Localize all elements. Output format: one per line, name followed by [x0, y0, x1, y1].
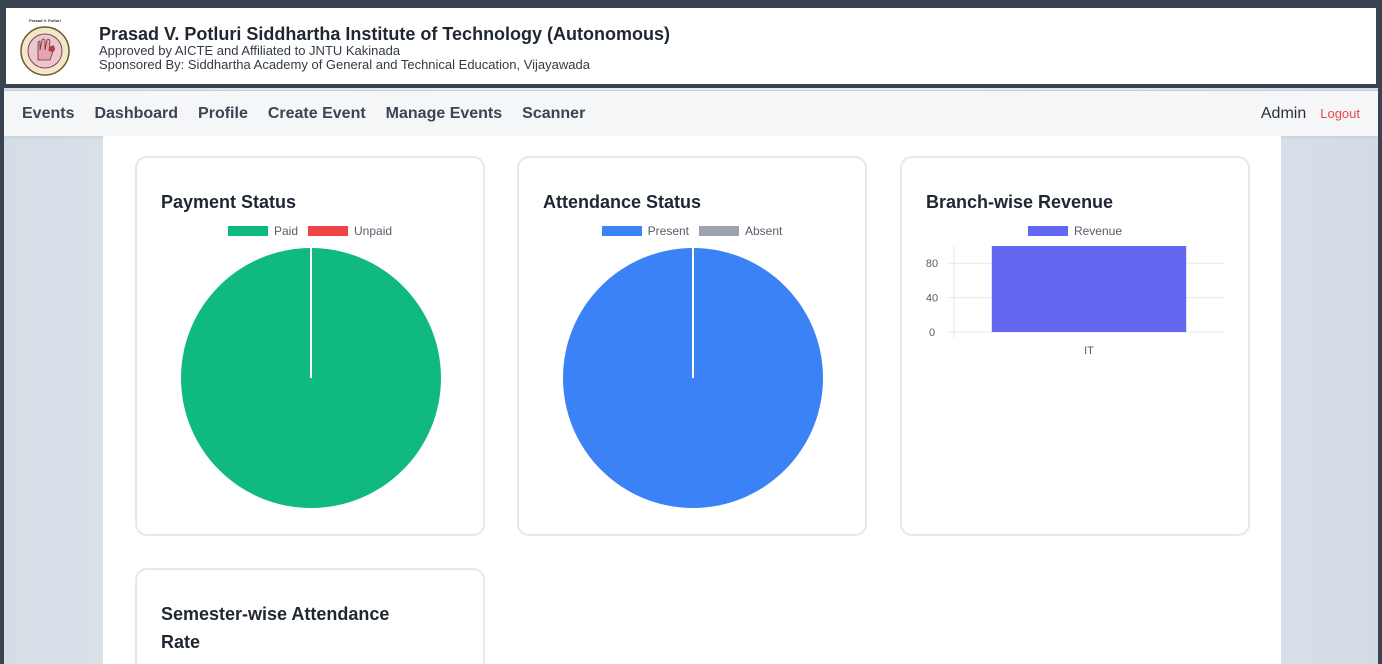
nav-manage-events[interactable]: Manage Events	[376, 91, 512, 137]
institute-title: Prasad V. Potluri Siddhartha Institute o…	[99, 24, 671, 44]
dashboard-content: Payment Status Paid Unpaid Attendance St…	[103, 136, 1281, 664]
logout-link[interactable]: Logout	[1320, 106, 1360, 121]
logo-caption: Prasad V. Potluri	[29, 18, 61, 23]
bar-it[interactable]	[991, 246, 1187, 332]
nav-user-area: Admin Logout	[1261, 105, 1378, 123]
institute-approval: Approved by AICTE and Affiliated to JNTU…	[99, 43, 401, 58]
institute-header: Prasad V. Potluri Prasad V. Potluri Sidd…	[4, 0, 1378, 88]
institute-logo-icon: Prasad V. Potluri	[14, 16, 76, 78]
y-tick-label: 80	[926, 258, 938, 270]
payment-status-card: Payment Status Paid Unpaid	[135, 156, 485, 536]
nav-profile[interactable]: Profile	[188, 91, 258, 137]
institute-text: Prasad V. Potluri Siddhartha Institute o…	[99, 24, 670, 72]
semester-attendance-title: Semester-wise Attendance Rate	[161, 604, 390, 652]
semester-attendance-card: Semester-wise Attendance Rate	[135, 568, 485, 664]
nav-events[interactable]: Events	[12, 91, 84, 137]
nav-create-event[interactable]: Create Event	[258, 91, 376, 137]
x-tick-label: IT	[1084, 345, 1094, 357]
main-navbar: Events Dashboard Profile Create Event Ma…	[4, 90, 1378, 136]
branch-revenue-card: Branch-wise Revenue Revenue 0 40 80 IT	[900, 156, 1250, 536]
institute-sponsor: Sponsored By: Siddhartha Academy of Gene…	[99, 57, 590, 72]
payment-pie-chart	[181, 248, 441, 508]
nav-links: Events Dashboard Profile Create Event Ma…	[4, 91, 595, 137]
attendance-status-card: Attendance Status Present Absent	[517, 156, 867, 536]
institute-banner: Prasad V. Potluri Prasad V. Potluri Sidd…	[6, 8, 1376, 86]
branch-revenue-bar-chart: 0 40 80 IT	[926, 246, 1224, 357]
attendance-pie-chart	[563, 248, 823, 508]
user-name: Admin	[1260, 104, 1307, 122]
nav-scanner[interactable]: Scanner	[512, 91, 595, 137]
y-tick-label: 40	[926, 293, 938, 305]
nav-dashboard[interactable]: Dashboard	[84, 91, 188, 137]
y-tick-label: 0	[929, 327, 935, 339]
